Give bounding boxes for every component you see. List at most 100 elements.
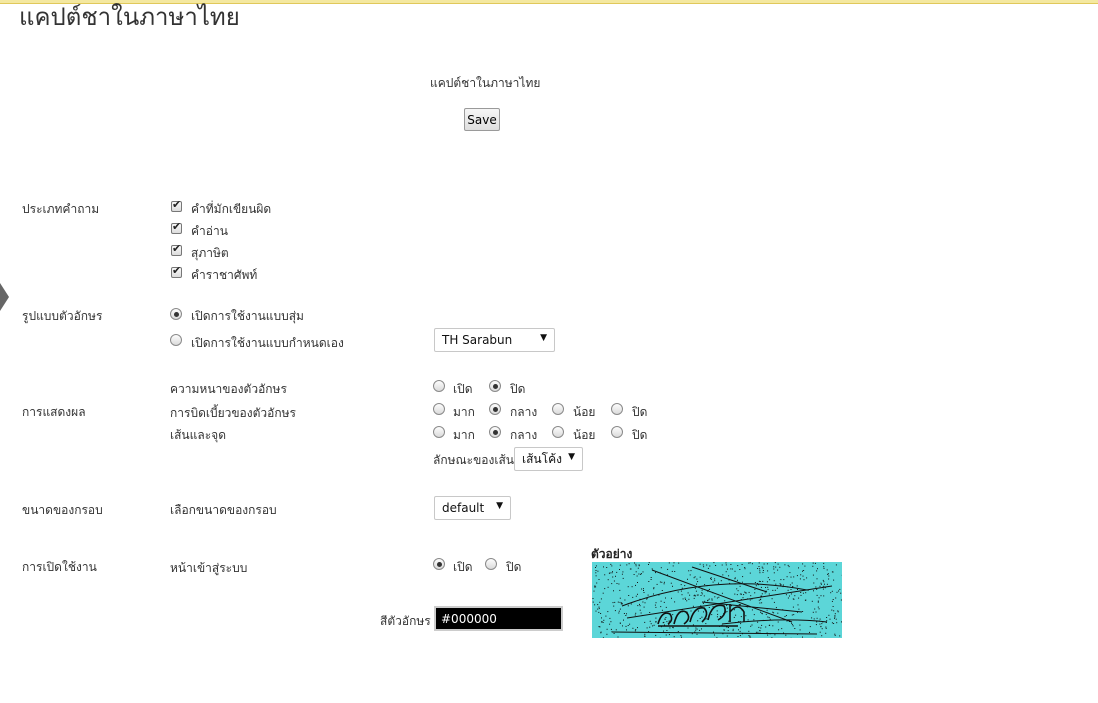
noise-dot bbox=[814, 608, 816, 610]
checkbox-label: คำราชาศัพท์ bbox=[191, 268, 258, 282]
checkbox-pronunciation[interactable]: ✔ bbox=[171, 220, 182, 234]
checkbox-common-misspelling[interactable]: ✔ bbox=[171, 198, 182, 212]
noise-dot bbox=[668, 620, 670, 622]
save-button[interactable]: Save bbox=[464, 108, 500, 131]
noise-dot bbox=[740, 616, 742, 618]
noise-dot bbox=[621, 573, 623, 575]
noise-dot bbox=[762, 570, 764, 571]
noise-dot bbox=[712, 581, 714, 583]
noise-dot bbox=[660, 606, 662, 608]
noise-dot bbox=[618, 610, 620, 612]
noise-dot bbox=[600, 598, 602, 600]
frame-size-select[interactable]: default ▼ bbox=[434, 496, 511, 520]
noise-dot bbox=[697, 581, 699, 583]
captcha-preview-image bbox=[592, 562, 842, 638]
noise-dot bbox=[654, 604, 656, 606]
noise-dot bbox=[609, 623, 611, 625]
noise-dot bbox=[716, 610, 718, 612]
radio-enable-off[interactable] bbox=[485, 558, 497, 570]
noise-dot bbox=[734, 593, 736, 595]
noise-dot bbox=[606, 628, 608, 630]
noise-dot bbox=[623, 613, 625, 614]
radio-lines-low[interactable] bbox=[552, 426, 564, 438]
noise-dot bbox=[619, 589, 621, 591]
radio-bold-on[interactable] bbox=[433, 380, 445, 392]
noise-dot bbox=[607, 586, 609, 588]
radio-enable-on[interactable] bbox=[433, 558, 445, 570]
noise-dot bbox=[598, 579, 600, 580]
checkbox-proverb[interactable]: ✔ bbox=[171, 242, 182, 256]
radio-lines-off[interactable] bbox=[611, 426, 623, 438]
noise-dot bbox=[833, 610, 835, 612]
noise-dot bbox=[617, 601, 619, 603]
radio-lines-medium[interactable] bbox=[489, 426, 501, 438]
radio-custom-font[interactable] bbox=[170, 334, 182, 346]
side-collapse-arrow-icon[interactable] bbox=[0, 283, 9, 311]
noise-dot bbox=[787, 589, 789, 591]
noise-dot bbox=[725, 564, 727, 566]
noise-dot bbox=[614, 601, 616, 603]
noise-dot bbox=[820, 595, 822, 597]
noise-dot bbox=[784, 564, 786, 566]
noise-dot bbox=[741, 593, 742, 595]
radio-lines-high-label: มาก bbox=[453, 428, 475, 442]
noise-dot bbox=[772, 611, 774, 613]
noise-dot bbox=[653, 624, 655, 626]
radio-bold-off[interactable] bbox=[489, 380, 501, 392]
noise-dot bbox=[769, 618, 771, 620]
noise-dot bbox=[836, 591, 838, 593]
noise-dot bbox=[598, 607, 600, 609]
radio-distort-medium[interactable] bbox=[489, 403, 501, 415]
noise-dot bbox=[777, 569, 779, 571]
noise-dot bbox=[628, 563, 630, 565]
noise-dot bbox=[737, 565, 739, 567]
noise-dot bbox=[732, 630, 734, 632]
noise-dot bbox=[606, 633, 608, 635]
noise-dot bbox=[831, 571, 833, 573]
radio-random-font[interactable] bbox=[170, 308, 182, 320]
noise-dot bbox=[613, 590, 614, 592]
noise-dot bbox=[817, 606, 819, 608]
noise-dot bbox=[715, 565, 717, 566]
frame-size-label: ขนาดของกรอบ bbox=[22, 503, 103, 517]
radio-distort-high[interactable] bbox=[433, 403, 445, 415]
font-style-label: รูปแบบตัวอักษร bbox=[22, 309, 103, 323]
line-style-select[interactable]: เส้นโค้ง ▼ bbox=[514, 447, 583, 471]
noise-dot bbox=[819, 631, 821, 633]
noise-dot bbox=[739, 593, 741, 595]
noise-dot bbox=[757, 621, 759, 623]
noise-dot bbox=[694, 595, 696, 597]
question-type-label: ประเภทคำถาม bbox=[22, 202, 100, 216]
noise-dot bbox=[774, 562, 776, 564]
radio-lines-high[interactable] bbox=[433, 426, 445, 438]
noise-dot bbox=[811, 617, 813, 619]
noise-dot bbox=[595, 565, 597, 567]
noise-dot bbox=[730, 564, 732, 565]
noise-dot bbox=[646, 627, 648, 629]
radio-distort-off[interactable] bbox=[611, 403, 623, 415]
noise-dot bbox=[823, 595, 825, 597]
font-color-input[interactable]: #000000 bbox=[434, 606, 563, 631]
noise-dot bbox=[648, 562, 650, 564]
noise-dot bbox=[820, 582, 822, 584]
noise-dot bbox=[606, 567, 608, 568]
noise-dot bbox=[670, 582, 672, 584]
noise-dot bbox=[826, 617, 828, 618]
noise-dot bbox=[699, 563, 701, 565]
radio-distort-off-label: ปิด bbox=[632, 405, 648, 419]
noise-dot bbox=[611, 565, 613, 567]
noise-dot bbox=[841, 621, 842, 623]
noise-dot bbox=[818, 608, 820, 610]
noise-dot bbox=[663, 621, 665, 623]
font-select[interactable]: TH Sarabun ▼ bbox=[434, 328, 555, 352]
noise-dot bbox=[701, 592, 703, 594]
noise-dot bbox=[660, 567, 662, 569]
noise-dot bbox=[792, 625, 794, 627]
checkbox-royal-words[interactable]: ✔ bbox=[171, 264, 182, 278]
noise-dot bbox=[828, 614, 830, 616]
noise-dot bbox=[759, 570, 761, 572]
noise-dot bbox=[699, 629, 701, 631]
dropdown-arrow-icon: ▼ bbox=[496, 501, 503, 511]
radio-distort-low[interactable] bbox=[552, 403, 564, 415]
noise-dot bbox=[739, 627, 741, 629]
